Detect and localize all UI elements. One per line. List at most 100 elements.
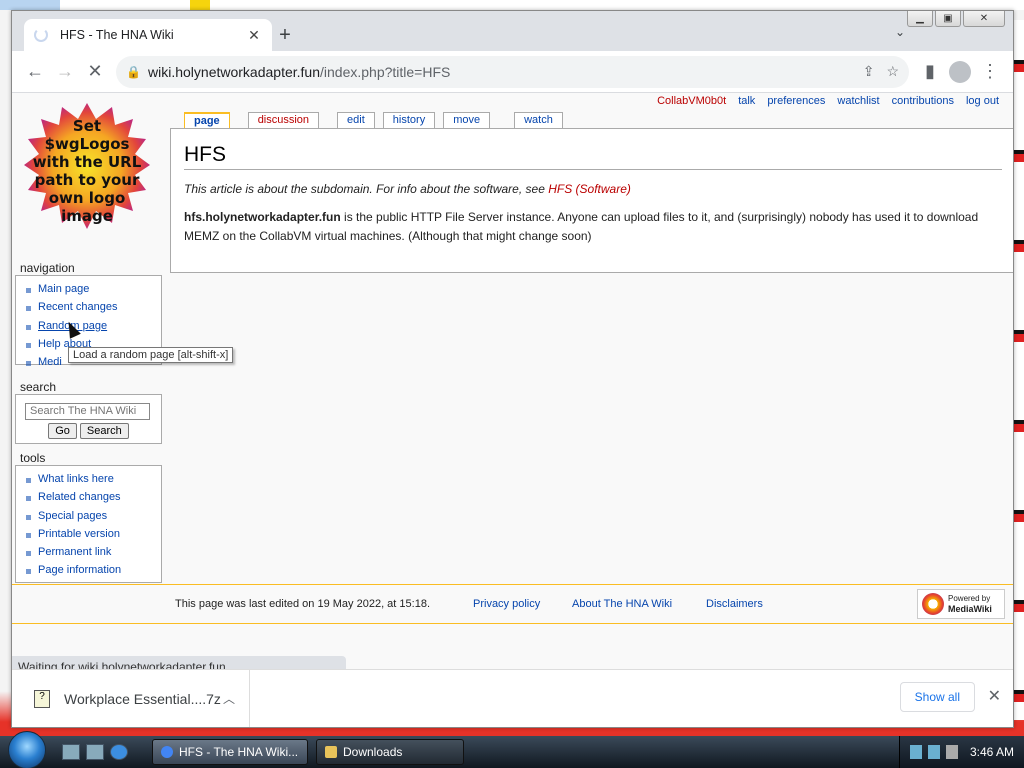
download-filename: Workplace Essential....7z xyxy=(64,690,221,707)
minimize-button[interactable]: ▁ xyxy=(907,11,933,27)
search-portlet: Go Search xyxy=(15,394,162,444)
wiki-page: Set $wgLogos with the URL path to your o… xyxy=(12,93,1013,669)
folder-icon xyxy=(325,746,337,758)
maximize-button[interactable]: ▣ xyxy=(935,11,961,27)
about-link[interactable]: About The HNA Wiki xyxy=(572,598,672,610)
hatnote-link[interactable]: HFS (Software) xyxy=(548,182,631,196)
navigation-heading: navigation xyxy=(20,261,75,275)
svg-text:path to your: path to your xyxy=(35,171,140,189)
hatnote-text: This article is about the subdomain. For… xyxy=(184,182,549,196)
mediawiki-logo-icon xyxy=(922,593,944,615)
logout-link[interactable]: log out xyxy=(966,95,999,107)
download-shelf: ? Workplace Essential....7z ︿ Show all ✕ xyxy=(12,669,1013,727)
url-host: wiki.holynetworkadapter.fun xyxy=(148,63,320,80)
volume-muted-icon[interactable] xyxy=(945,745,958,759)
footer: This page was last edited on 19 May 2022… xyxy=(12,584,1013,624)
content-tabs: page discussion edit history move watch xyxy=(184,112,581,129)
back-arrow-icon[interactable]: ← xyxy=(20,57,50,87)
svg-text:$wgLogos: $wgLogos xyxy=(45,135,130,153)
taskbar-item-label: HFS - The HNA Wiki... xyxy=(179,745,299,759)
archive-file-icon: ? xyxy=(34,689,50,708)
tab-page[interactable]: page xyxy=(184,112,230,129)
loading-spinner-icon xyxy=(34,28,48,42)
tool-special-pages[interactable]: Special pages xyxy=(24,507,153,525)
system-tray: 3:46 AM xyxy=(898,736,1024,768)
hatnote: This article is about the subdomain. For… xyxy=(184,182,1002,196)
tools-heading: tools xyxy=(20,451,46,465)
tools-portlet: What links here Related changes Special … xyxy=(15,465,162,583)
article-content: HFS This article is about the subdomain.… xyxy=(170,128,1013,273)
article-body: hfs.holynetworkadapter.fun is the public… xyxy=(184,208,1002,246)
browser-tab-active[interactable]: HFS - The HNA Wiki ✕ xyxy=(24,19,272,51)
address-bar[interactable]: 🔒 wiki.holynetworkadapter.fun/index.php?… xyxy=(116,55,909,88)
tab-discussion[interactable]: discussion xyxy=(247,112,320,129)
contributions-link[interactable]: contributions xyxy=(892,95,954,107)
powered-by-mediawiki[interactable]: Powered by MediaWiki xyxy=(917,589,1005,619)
chevron-up-icon[interactable]: ︿ xyxy=(223,690,235,707)
forward-arrow-icon[interactable]: → xyxy=(50,57,80,87)
bookmark-star-icon[interactable]: ☆ xyxy=(886,63,899,80)
nav-recent-changes[interactable]: Recent changes xyxy=(24,298,153,316)
tool-related-changes[interactable]: Related changes xyxy=(24,488,153,506)
window-controls: ▁ ▣ ✕ xyxy=(907,11,1005,27)
tool-permanent-link[interactable]: Permanent link xyxy=(24,543,153,561)
tab-watch[interactable]: watch xyxy=(514,112,563,129)
internet-explorer-icon[interactable] xyxy=(110,744,128,760)
tab-close-icon[interactable]: ✕ xyxy=(246,27,262,44)
article-subject: hfs.holynetworkadapter.fun xyxy=(184,210,341,224)
tab-strip: HFS - The HNA Wiki ✕ + ⌄ ▁ ▣ ✕ xyxy=(12,11,1013,51)
tab-title: HFS - The HNA Wiki xyxy=(60,28,174,42)
share-icon[interactable]: ⇪ xyxy=(863,63,875,80)
svg-text:image: image xyxy=(61,207,113,225)
search-button[interactable]: Search xyxy=(79,422,129,439)
wiki-logo[interactable]: Set $wgLogos with the URL path to your o… xyxy=(22,101,152,236)
powered-by-label: Powered by xyxy=(948,593,991,603)
tool-printable-version[interactable]: Printable version xyxy=(24,525,153,543)
lock-icon: 🔒 xyxy=(126,64,141,79)
stop-loading-icon[interactable]: ✕ xyxy=(80,57,110,87)
tab-edit[interactable]: edit xyxy=(337,112,375,129)
page-title: HFS xyxy=(184,143,1002,170)
taskbar-item-chrome[interactable]: HFS - The HNA Wiki... xyxy=(152,739,308,765)
mediawiki-label: MediaWiki xyxy=(948,603,992,614)
download-item[interactable]: ? Workplace Essential....7z ︿ xyxy=(12,670,250,727)
watchlist-link[interactable]: watchlist xyxy=(837,95,879,107)
user-link[interactable]: CollabVM0b0t xyxy=(657,95,726,107)
taskbar-item-downloads[interactable]: Downloads xyxy=(316,739,464,765)
disclaimers-link[interactable]: Disclaimers xyxy=(706,598,763,610)
chrome-icon xyxy=(161,746,173,758)
show-desktop-icon[interactable] xyxy=(62,744,80,760)
clock[interactable]: 3:46 AM xyxy=(970,745,1014,759)
tool-what-links-here[interactable]: What links here xyxy=(24,470,153,488)
new-tab-button[interactable]: + xyxy=(275,25,295,45)
privacy-link[interactable]: Privacy policy xyxy=(473,598,540,610)
switch-windows-icon[interactable] xyxy=(86,744,104,760)
last-modified: This page was last edited on 19 May 2022… xyxy=(175,598,430,610)
taskbar: HFS - The HNA Wiki... Downloads 3:46 AM xyxy=(0,731,1024,768)
menu-kebab-icon[interactable]: ⋮ xyxy=(975,57,1005,87)
talk-link[interactable]: talk xyxy=(738,95,755,107)
show-all-button[interactable]: Show all xyxy=(899,682,975,712)
desktop-decoration-top xyxy=(0,0,1024,10)
svg-text:with the URL: with the URL xyxy=(33,153,142,171)
tab-search-chevron-icon[interactable]: ⌄ xyxy=(895,25,905,39)
tray-app-icon[interactable] xyxy=(909,745,922,759)
start-button[interactable] xyxy=(8,731,46,768)
nav-random-page[interactable]: Random page xyxy=(24,317,153,335)
preferences-link[interactable]: preferences xyxy=(767,95,825,107)
svg-text:own logo: own logo xyxy=(49,189,126,207)
tab-history[interactable]: history xyxy=(382,112,436,129)
go-button[interactable]: Go xyxy=(48,422,77,439)
search-input[interactable] xyxy=(25,402,150,420)
close-icon[interactable]: ✕ xyxy=(988,686,1001,706)
profile-icon[interactable] xyxy=(945,57,975,87)
tool-page-information[interactable]: Page information xyxy=(24,561,153,579)
browser-window: HFS - The HNA Wiki ✕ + ⌄ ▁ ▣ ✕ ← → ✕ 🔒 w… xyxy=(11,10,1014,728)
network-icon[interactable] xyxy=(927,745,940,759)
browser-toolbar: ← → ✕ 🔒 wiki.holynetworkadapter.fun/inde… xyxy=(12,51,1013,93)
side-panel-icon[interactable]: ▮ xyxy=(915,57,945,87)
personal-tools: CollabVM0b0t talk preferences watchlist … xyxy=(657,95,999,107)
close-window-button[interactable]: ✕ xyxy=(963,11,1005,27)
nav-main-page[interactable]: Main page xyxy=(24,280,153,298)
tab-move[interactable]: move xyxy=(443,112,491,129)
